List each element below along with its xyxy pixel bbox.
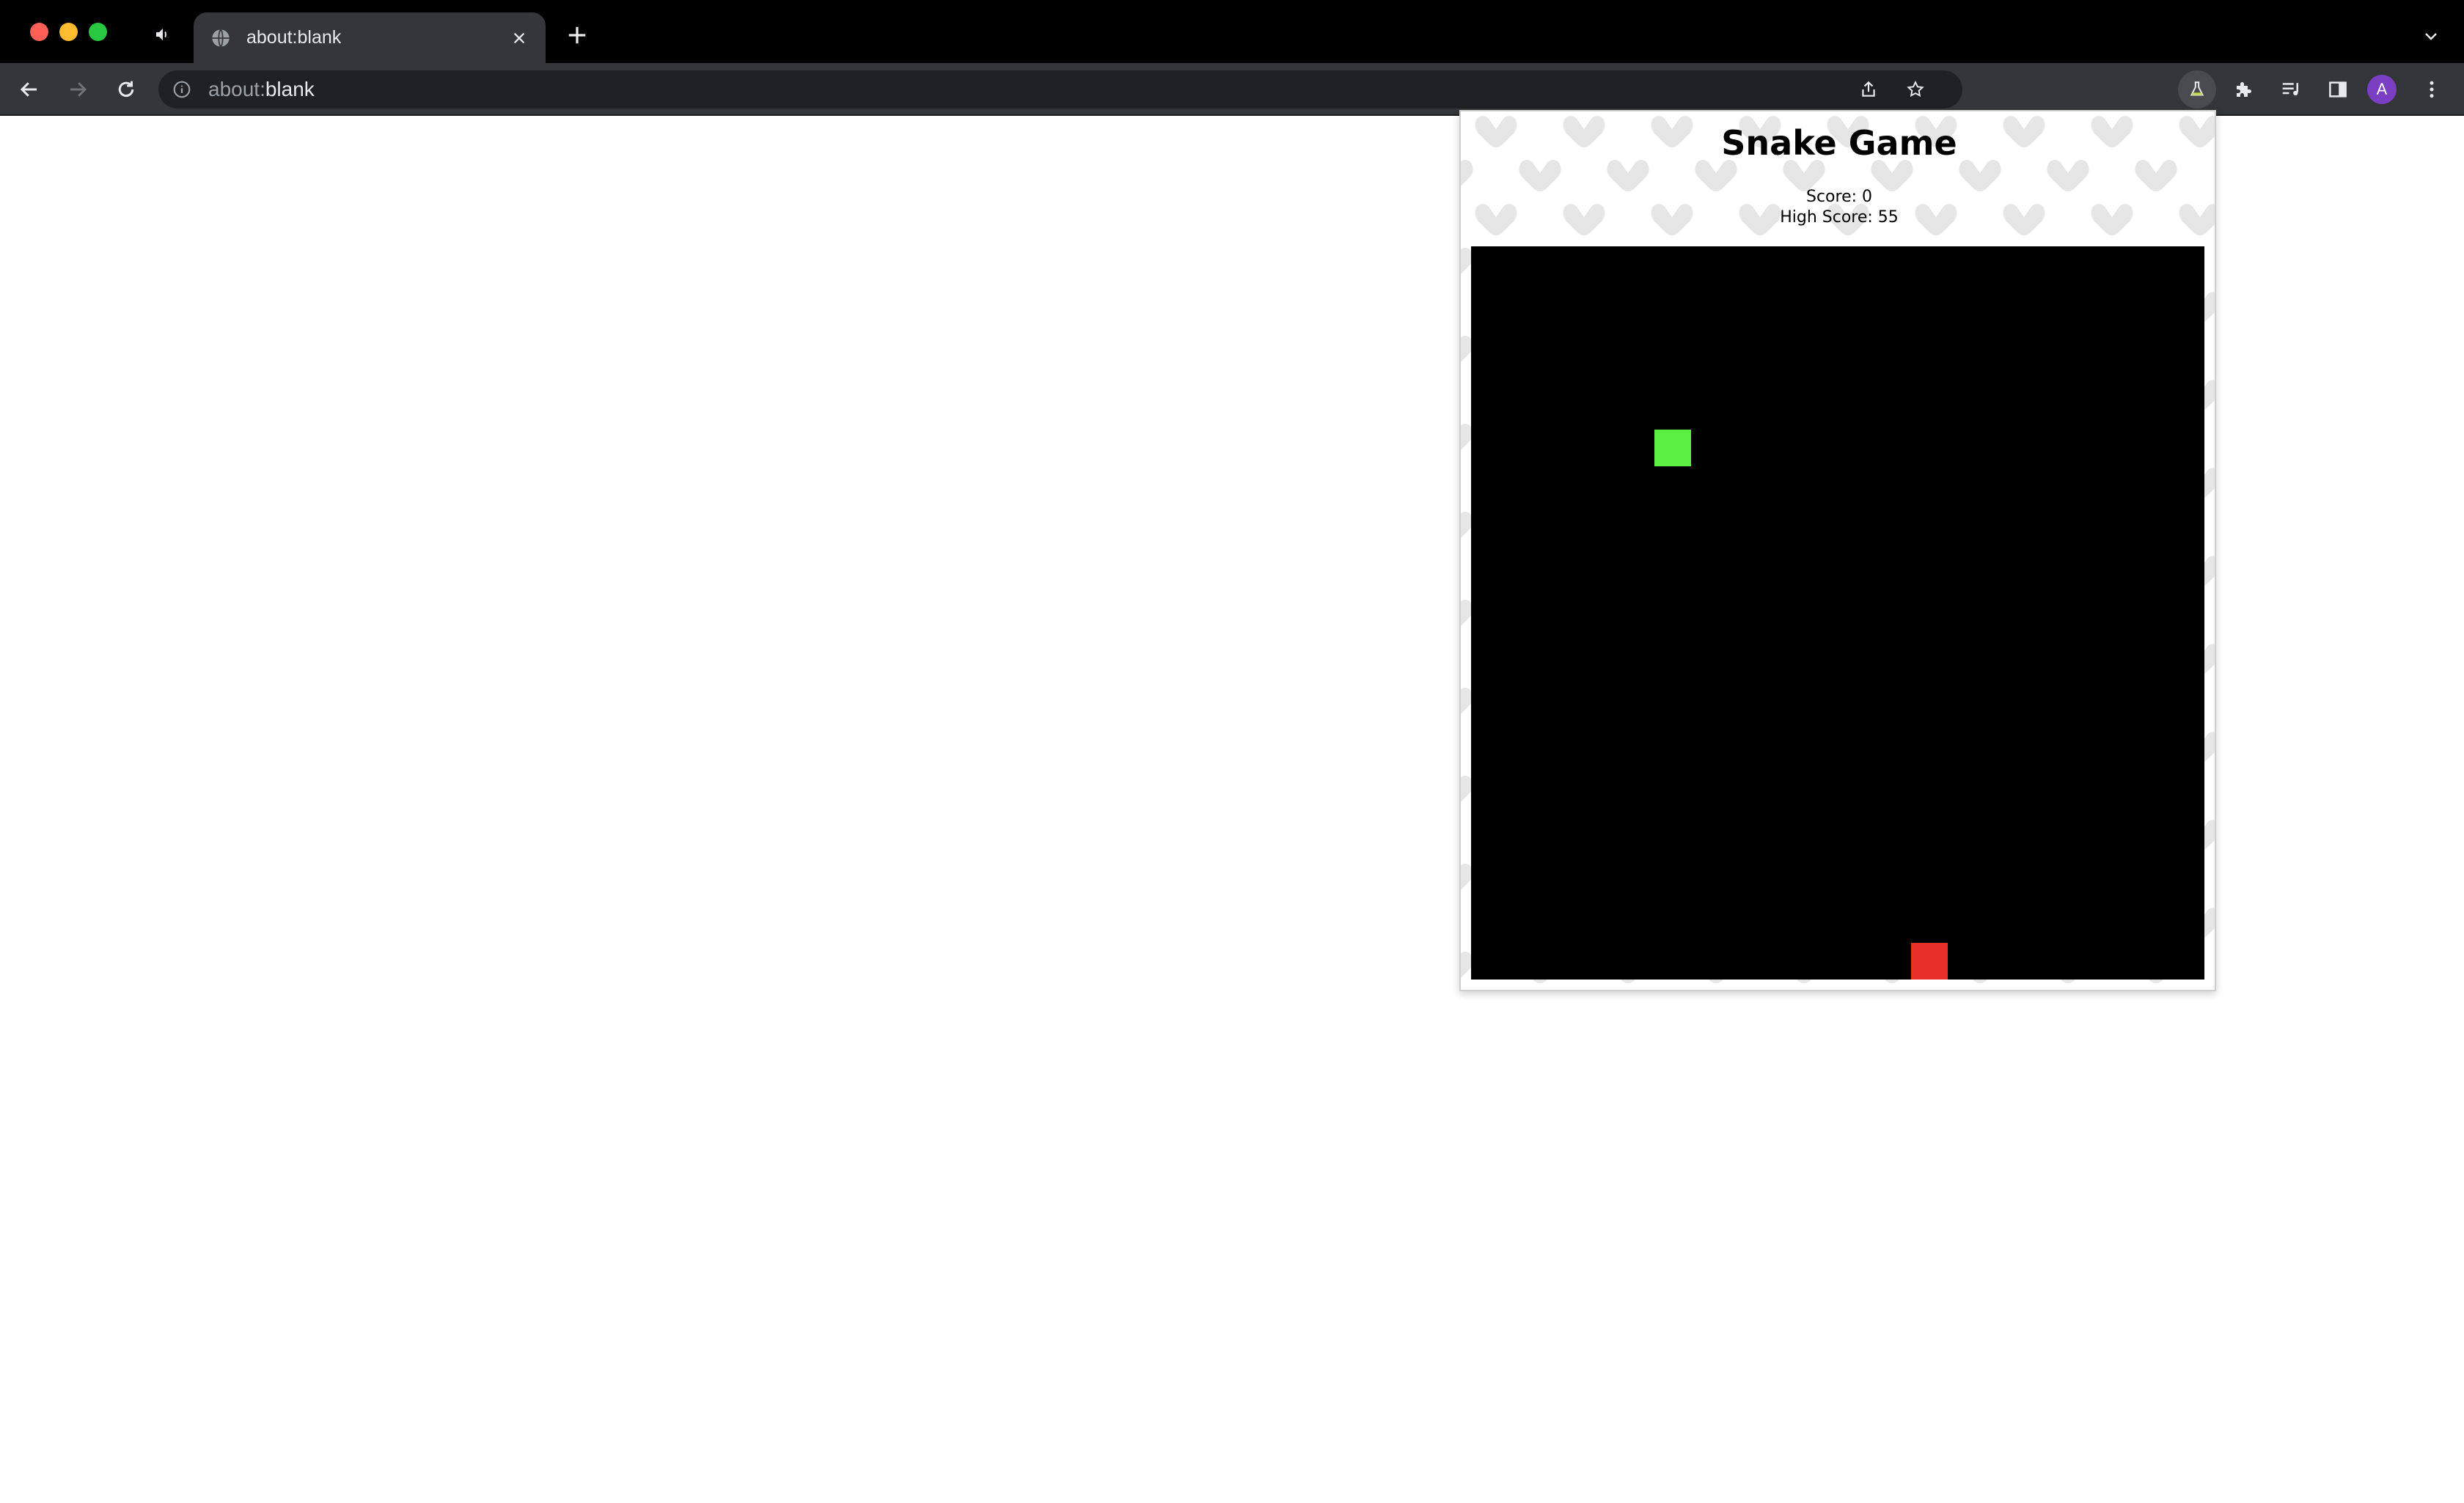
share-icon[interactable] [1858, 79, 1879, 100]
high-score-display: High Score: 55 [1461, 208, 2215, 227]
extensions-puzzle-icon[interactable] [2231, 76, 2257, 103]
address-bar[interactable]: about:blank [158, 70, 1962, 109]
browser-tab[interactable]: about:blank [194, 12, 546, 63]
more-menu-icon[interactable] [2419, 76, 2445, 103]
game-board[interactable] [1471, 246, 2204, 980]
new-tab-icon[interactable] [565, 23, 590, 48]
score-label: Score: [1805, 188, 1858, 206]
tab-search-chevron-down-icon[interactable] [2420, 25, 2442, 47]
score-value: 0 [1862, 188, 1873, 206]
url-text: about:blank [208, 70, 315, 109]
forward-arrow-icon[interactable] [65, 76, 91, 103]
window-close-button[interactable] [30, 23, 48, 41]
url-scheme: about: [208, 78, 265, 100]
snake-game-popup: Snake Game Score: 0 High Score: 55 [1459, 110, 2216, 991]
chrome-labs-button[interactable] [2178, 70, 2216, 109]
score-display: Score: 0 [1461, 188, 2215, 206]
back-arrow-icon[interactable] [16, 76, 43, 103]
media-controls-icon[interactable] [2278, 76, 2304, 103]
audio-playing-icon[interactable] [153, 24, 173, 45]
game-title: Snake Game [1721, 123, 1957, 163]
close-tab-icon[interactable] [509, 28, 529, 48]
snake-segment [1654, 430, 1691, 466]
window-maximize-button[interactable] [89, 23, 107, 41]
profile-avatar[interactable]: A [2367, 75, 2397, 104]
url-host: blank [265, 78, 315, 100]
browser-titlebar: about:blank [0, 0, 2464, 63]
tab-title: about:blank [246, 27, 342, 48]
window-minimize-button[interactable] [59, 23, 78, 41]
reload-icon[interactable] [113, 76, 139, 103]
browser-toolbar: about:blank A [0, 63, 2464, 116]
high-score-label: High Score: [1780, 208, 1873, 227]
site-info-icon[interactable] [172, 79, 192, 100]
flask-icon [2187, 79, 2207, 100]
globe-icon [210, 27, 232, 49]
high-score-value: 55 [1877, 208, 1899, 227]
side-panel-icon[interactable] [2325, 76, 2351, 103]
bookmark-star-icon[interactable] [1905, 79, 1926, 100]
food-item [1911, 943, 1948, 980]
